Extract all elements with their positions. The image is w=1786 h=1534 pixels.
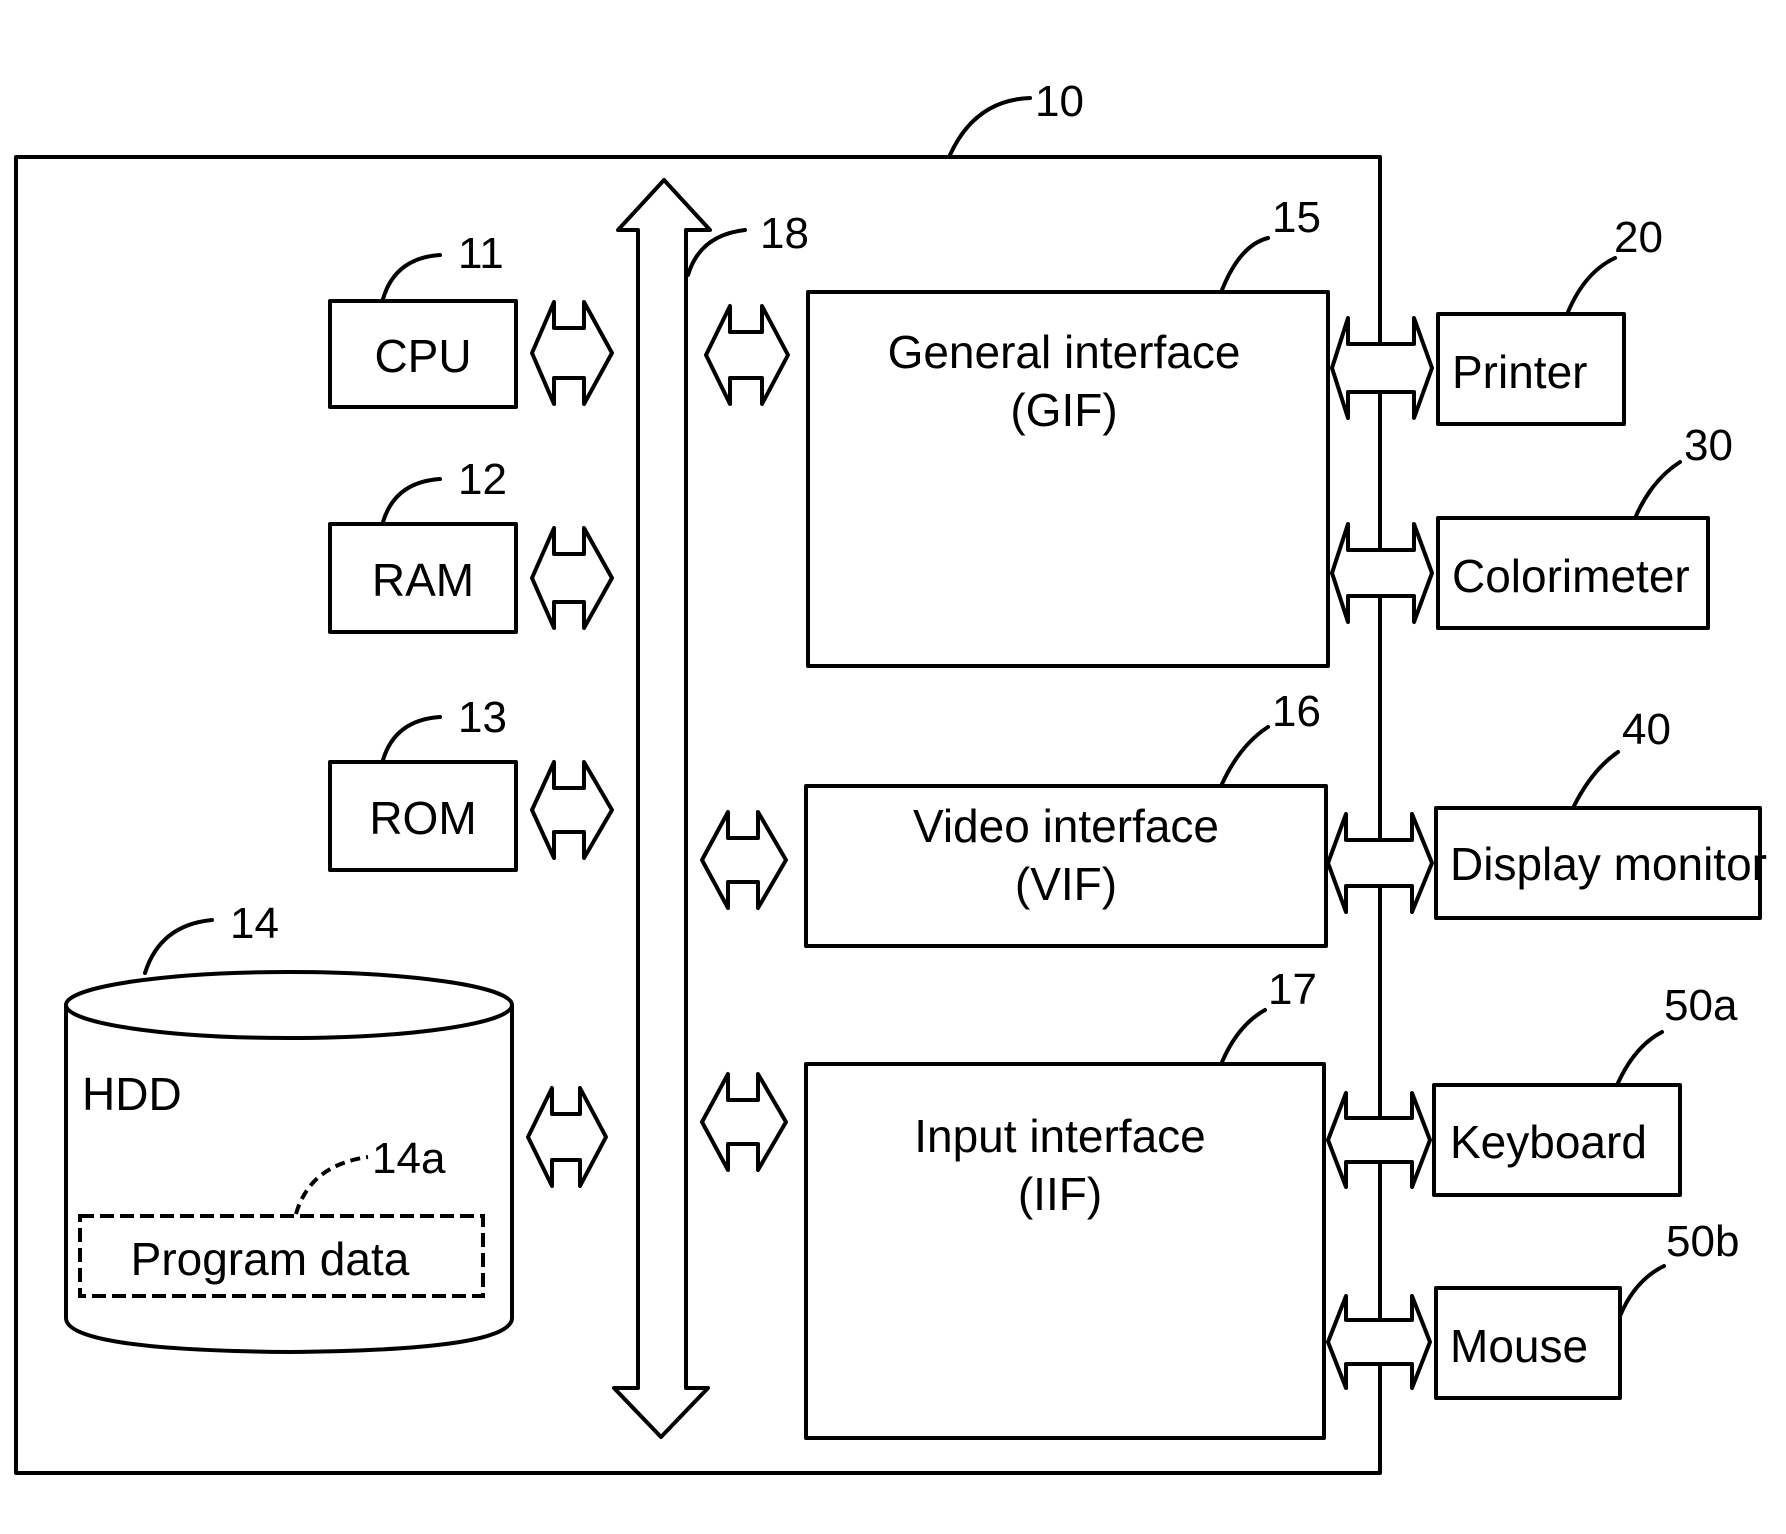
- ram-bus-arrow: [530, 526, 614, 630]
- system-leader-line: [948, 96, 1032, 157]
- bus-leader-line: [686, 228, 747, 277]
- vif-subtitle: (VIF): [1015, 858, 1117, 910]
- iif-ref: 17: [1268, 965, 1317, 1014]
- hdd-bus-arrow: [526, 1086, 608, 1188]
- keyboard-ref: 50a: [1664, 981, 1738, 1030]
- ram-leader-line: [381, 477, 442, 524]
- iif-title: Input interface: [914, 1110, 1206, 1162]
- cpu-leader-line: [381, 253, 442, 301]
- gif-subtitle: (GIF): [1010, 384, 1117, 436]
- gif-title: General interface: [888, 326, 1241, 378]
- rom-leader-line: [381, 715, 442, 762]
- program-data-leader-line: [294, 1155, 369, 1215]
- bus-iif-arrow: [700, 1072, 788, 1172]
- bus-gif-arrow: [704, 304, 790, 406]
- program-data-ref: 14a: [372, 1134, 446, 1183]
- rom-label: ROM: [369, 792, 476, 844]
- ram-label: RAM: [372, 554, 474, 606]
- iif-subtitle: (IIF): [1018, 1168, 1102, 1220]
- colorimeter-ref: 30: [1684, 421, 1733, 470]
- colorimeter-label: Colorimeter: [1452, 550, 1690, 602]
- system-ref: 10: [1035, 77, 1084, 126]
- iif-leader-line: [1220, 1008, 1267, 1064]
- vif-title: Video interface: [913, 800, 1219, 852]
- ram-ref: 12: [458, 455, 507, 504]
- mouse-label: Mouse: [1450, 1320, 1588, 1372]
- hdd-leader-line: [143, 918, 214, 975]
- hdd-cylinder-top: [64, 970, 514, 1040]
- rom-bus-arrow: [530, 760, 614, 860]
- gif-ref: 15: [1272, 193, 1321, 242]
- mouse-leader-line: [1618, 1264, 1666, 1318]
- colorimeter-leader-line: [1634, 460, 1682, 518]
- bus-ref: 18: [760, 209, 809, 258]
- bus-arrow: [612, 178, 712, 1439]
- rom-ref: 13: [458, 693, 507, 742]
- printer-ref: 20: [1614, 213, 1663, 262]
- keyboard-label: Keyboard: [1450, 1116, 1647, 1168]
- bus-vif-arrow: [700, 810, 788, 910]
- system-block-diagram: 10 18 CPU 11 RAM 12 ROM 13 HDD 14 Progra…: [14, 77, 1767, 1475]
- printer-label: Printer: [1452, 346, 1587, 398]
- cpu-bus-arrow: [530, 300, 614, 406]
- hdd-label: HDD: [82, 1068, 182, 1120]
- gif-leader-line: [1220, 236, 1270, 292]
- vif-ref: 16: [1272, 687, 1321, 736]
- printer-leader-line: [1566, 256, 1617, 314]
- program-data-label: Program data: [131, 1233, 410, 1285]
- display-monitor-label: Display monitor: [1450, 838, 1767, 890]
- cpu-label: CPU: [374, 330, 471, 382]
- vif-leader-line: [1220, 725, 1270, 786]
- mouse-ref: 50b: [1666, 1217, 1739, 1266]
- cpu-ref: 11: [458, 229, 504, 278]
- display-monitor-leader-line: [1572, 750, 1620, 808]
- keyboard-leader-line: [1616, 1030, 1664, 1085]
- display-monitor-ref: 40: [1622, 705, 1671, 754]
- hdd-ref: 14: [230, 899, 279, 948]
